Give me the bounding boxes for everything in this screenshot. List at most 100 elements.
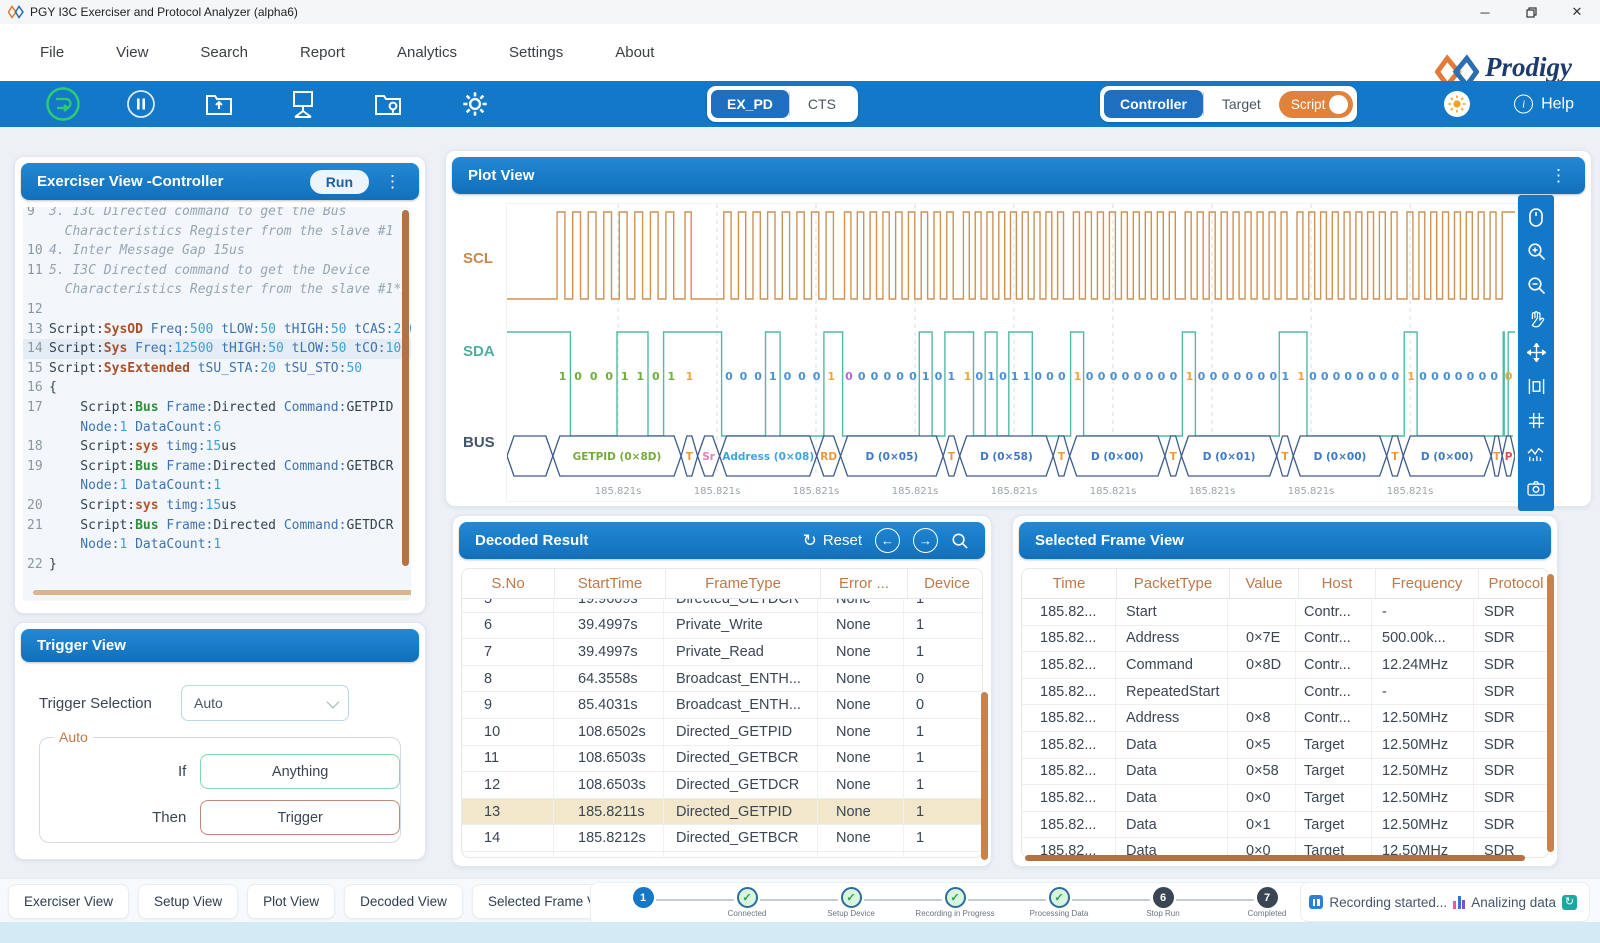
editor-vertical-scrollbar[interactable] bbox=[402, 210, 409, 566]
code-line[interactable]: 12 bbox=[23, 300, 411, 320]
column-header[interactable]: Error ... bbox=[821, 569, 908, 598]
code-line[interactable]: Node:1 DataCount:1 bbox=[23, 535, 411, 555]
menu-analytics[interactable]: Analytics bbox=[397, 44, 457, 61]
code-line[interactable]: 18 Script:sys timg:15us bbox=[23, 437, 411, 457]
pan-hand-icon[interactable] bbox=[1526, 309, 1546, 329]
table-row[interactable]: 185.82...Data0×1Target12.50MHzSDR bbox=[1022, 812, 1548, 839]
then-action-button[interactable]: Trigger bbox=[200, 800, 400, 835]
mouse-mode-icon[interactable] bbox=[1526, 208, 1546, 228]
selected-horizontal-scrollbar[interactable] bbox=[1025, 855, 1525, 861]
camera-snapshot-icon[interactable] bbox=[1526, 478, 1546, 498]
signal-chart-icon[interactable] bbox=[1526, 444, 1546, 464]
search-icon[interactable] bbox=[951, 532, 969, 550]
table-row[interactable]: 14185.8212sDirected_GETBCRNone1 bbox=[462, 825, 982, 852]
code-line[interactable]: 15Script:SysExtended tSU_STA:20 tSU_STO:… bbox=[23, 359, 411, 379]
if-condition-button[interactable]: Anything bbox=[200, 754, 400, 789]
tab-target[interactable]: Target bbox=[1204, 90, 1279, 118]
script-editor[interactable]: 93. I3C Directed command to get the Bus … bbox=[23, 207, 411, 601]
code-line[interactable]: Node:1 DataCount:6 bbox=[23, 418, 411, 438]
table-row[interactable]: 13185.8211sDirected_GETPIDNone1 bbox=[462, 799, 982, 826]
column-header[interactable]: Value bbox=[1230, 569, 1299, 598]
menu-view[interactable]: View bbox=[116, 44, 148, 61]
table-row[interactable]: 985.4031sBroadcast_ENTH...None0 bbox=[462, 692, 982, 719]
table-row[interactable]: 185.82...Data0×5Target12.50MHzSDR bbox=[1022, 732, 1548, 759]
folder-open-icon[interactable] bbox=[205, 92, 233, 116]
table-row[interactable]: 15185.8212sDirected_GETDCRNone1 bbox=[462, 852, 982, 858]
device-monitor-icon[interactable] bbox=[290, 90, 316, 118]
table-row[interactable]: 185.82...StartContr...-SDR bbox=[1022, 599, 1548, 626]
table-row[interactable]: 185.82...Command0×8DContr...12.24MHzSDR bbox=[1022, 652, 1548, 679]
table-row[interactable]: 739.4997sPrivate_ReadNone1 bbox=[462, 639, 982, 666]
code-line[interactable]: 21 Script:Bus Frame:Directed Command:GET… bbox=[23, 516, 411, 536]
menu-file[interactable]: File bbox=[40, 44, 64, 61]
pause-icon[interactable] bbox=[126, 89, 156, 119]
exerciser-run-icon[interactable] bbox=[45, 86, 81, 122]
code-line[interactable]: 16{ bbox=[23, 378, 411, 398]
table-row[interactable]: 185.82...Data0×58Target12.50MHzSDR bbox=[1022, 759, 1548, 786]
script-toggle[interactable]: Script bbox=[1279, 91, 1354, 118]
tab-cts[interactable]: CTS bbox=[790, 90, 854, 118]
code-line[interactable]: Characteristics Register from the slave … bbox=[23, 280, 411, 300]
menu-about[interactable]: About bbox=[615, 44, 654, 61]
code-line[interactable]: 13Script:SysOD Freq:500 tLOW:50 tHIGH:50… bbox=[23, 320, 411, 340]
column-header[interactable]: Time bbox=[1022, 569, 1117, 598]
compare-panels-icon[interactable] bbox=[1526, 377, 1546, 397]
menu-report[interactable]: Report bbox=[300, 44, 345, 61]
tab-controller[interactable]: Controller bbox=[1104, 90, 1203, 118]
tab-ex-pd[interactable]: EX_PD bbox=[711, 90, 789, 118]
code-line[interactable]: 115. I3C Directed command to get the Dev… bbox=[23, 261, 411, 281]
table-row[interactable]: 185.82...Data0×0Target12.50MHzSDR bbox=[1022, 785, 1548, 812]
table-row[interactable]: 10108.6502sDirected_GETPIDNone1 bbox=[462, 719, 982, 746]
next-frame-button[interactable]: → bbox=[913, 528, 938, 553]
table-row[interactable]: 185.82...Address0×7EContr...500.00k...SD… bbox=[1022, 626, 1548, 653]
column-header[interactable]: StartTime bbox=[555, 569, 666, 598]
tab-setup-view[interactable]: Setup View bbox=[138, 884, 238, 919]
table-row[interactable]: 12108.6503sDirected_GETDCRNone1 bbox=[462, 772, 982, 799]
code-line[interactable]: 19 Script:Bus Frame:Directed Command:GET… bbox=[23, 457, 411, 477]
trigger-selection-dropdown[interactable]: Auto bbox=[181, 685, 349, 721]
column-header[interactable]: PacketType bbox=[1117, 569, 1230, 598]
tab-decoded-view[interactable]: Decoded View bbox=[344, 884, 463, 919]
exerciser-menu-kebab-icon[interactable]: ⋮ bbox=[382, 172, 403, 192]
close-button[interactable]: ✕ bbox=[1554, 0, 1600, 24]
code-line[interactable]: 93. I3C Directed command to get the Bus bbox=[23, 207, 411, 222]
zoom-out-icon[interactable] bbox=[1526, 275, 1546, 295]
table-row[interactable]: 519.9609sDirected_GETDCRNone1 bbox=[462, 599, 982, 613]
prev-frame-button[interactable]: ← bbox=[875, 528, 900, 553]
column-header[interactable]: Device bbox=[908, 569, 983, 598]
table-row[interactable]: 185.82...RepeatedStartContr...-SDR bbox=[1022, 679, 1548, 706]
code-line[interactable]: Characteristics Register from the slave … bbox=[23, 222, 411, 242]
help-button[interactable]: i Help bbox=[1514, 95, 1574, 114]
column-header[interactable]: Protocol bbox=[1479, 569, 1549, 598]
folder-location-icon[interactable] bbox=[374, 92, 402, 116]
minimize-button[interactable]: ─ bbox=[1462, 0, 1508, 24]
editor-horizontal-scrollbar[interactable] bbox=[33, 590, 411, 595]
menu-settings[interactable]: Settings bbox=[509, 44, 563, 61]
code-line[interactable]: 104. Inter Message Gap 15us bbox=[23, 241, 411, 261]
zoom-in-icon[interactable] bbox=[1526, 242, 1546, 262]
settings-gear-icon[interactable] bbox=[461, 90, 489, 118]
table-row[interactable]: 11108.6503sDirected_GETBCRNone1 bbox=[462, 746, 982, 773]
table-row[interactable]: 639.4997sPrivate_WriteNone1 bbox=[462, 613, 982, 640]
column-header[interactable]: S.No bbox=[462, 569, 555, 598]
tab-exerciser-view[interactable]: Exerciser View bbox=[8, 884, 129, 919]
column-header[interactable]: Host bbox=[1299, 569, 1376, 598]
code-line[interactable]: 22} bbox=[23, 555, 411, 575]
move-icon[interactable] bbox=[1526, 343, 1546, 363]
run-button[interactable]: Run bbox=[310, 170, 369, 194]
tab-plot-view[interactable]: Plot View bbox=[247, 884, 335, 919]
selected-vertical-scrollbar[interactable] bbox=[1547, 574, 1554, 852]
plot-menu-kebab-icon[interactable]: ⋮ bbox=[1548, 166, 1569, 186]
code-line[interactable]: 14Script:Sys Freq:12500 tHIGH:50 tLOW:50… bbox=[23, 339, 411, 359]
decoded-vertical-scrollbar[interactable] bbox=[981, 692, 988, 860]
code-line[interactable]: 17 Script:Bus Frame:Directed Command:GET… bbox=[23, 398, 411, 418]
menu-search[interactable]: Search bbox=[200, 44, 248, 61]
restore-button[interactable] bbox=[1508, 0, 1554, 24]
column-header[interactable]: FrameType bbox=[666, 569, 821, 598]
column-header[interactable]: Frequency bbox=[1376, 569, 1479, 598]
grid-icon[interactable] bbox=[1526, 410, 1546, 430]
waveform-plot[interactable]: 185.821s185.821s185.821s185.821s185.821s… bbox=[506, 203, 1518, 502]
code-line[interactable]: Node:1 DataCount:1 bbox=[23, 476, 411, 496]
theme-sun-icon[interactable] bbox=[1444, 91, 1470, 117]
code-line[interactable]: 20 Script:sys timg:15us bbox=[23, 496, 411, 516]
